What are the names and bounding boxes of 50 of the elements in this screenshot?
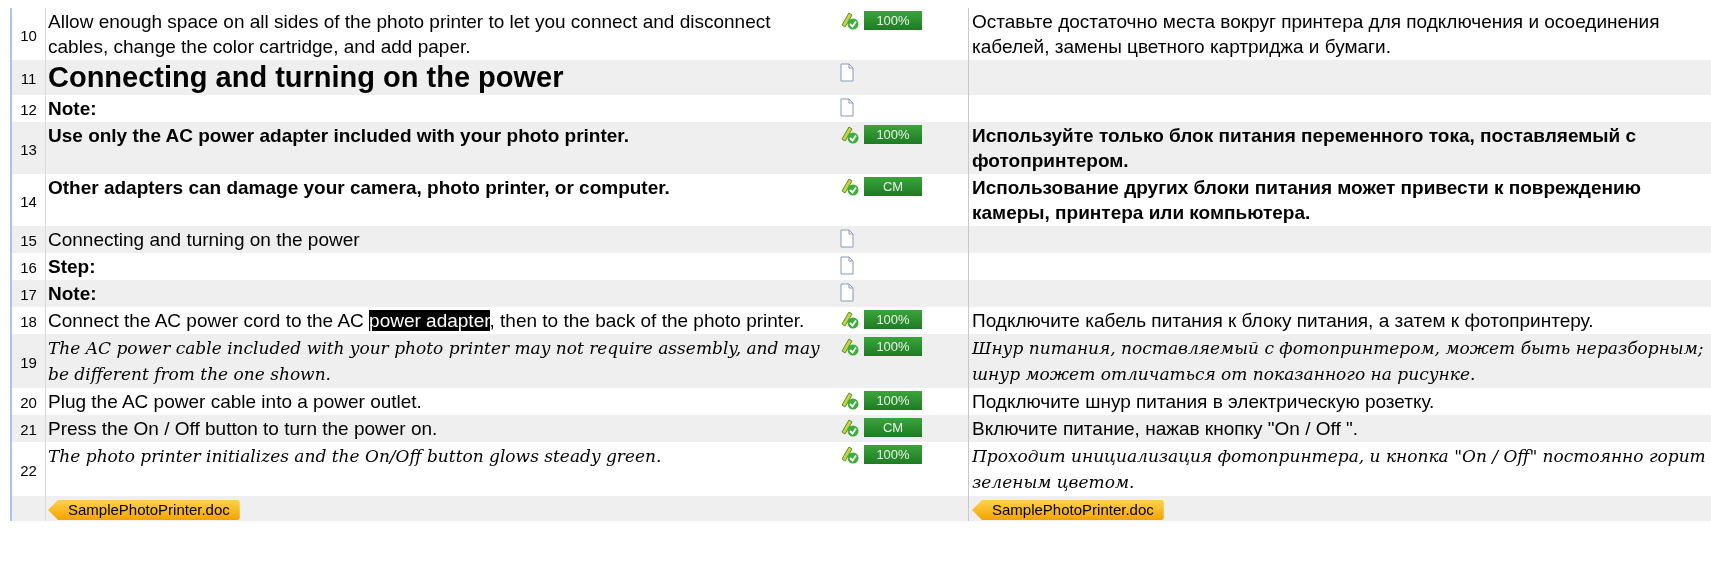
row-number: 11 bbox=[12, 60, 46, 95]
document-icon bbox=[840, 229, 854, 248]
source-text: Connecting and turning on the power bbox=[48, 61, 564, 93]
match-badge: 100% bbox=[864, 125, 922, 144]
target-text: Используйте только блок питания переменного тока, поставляемый с фотопринтером. bbox=[972, 125, 1637, 171]
match-badge: 100% bbox=[864, 11, 922, 30]
source-text: Connect the AC power cord to the AC power adapter, then to the back of the photo printer. bbox=[48, 310, 805, 331]
source-text: The photo printer initializes and the On/Off button glows steady green. bbox=[48, 446, 662, 466]
document-icon bbox=[840, 256, 854, 275]
target-text: Подключите кабель питания к блоку питания, а затем к фотопринтеру. bbox=[972, 310, 1594, 331]
match-badge: 100% bbox=[864, 337, 922, 356]
source-text: Allow enough space on all sides of the photo printer to let you connect and disconnect cables, change the color cartridge, and add paper. bbox=[48, 11, 771, 57]
pencil-check-icon bbox=[840, 418, 860, 437]
row-number: 21 bbox=[12, 415, 46, 442]
pencil-check-icon bbox=[840, 337, 860, 356]
row-number: 15 bbox=[12, 226, 46, 253]
source-text: Use only the AC power adapter included with your photo printer. bbox=[48, 125, 629, 146]
source-text: Step: bbox=[48, 256, 96, 277]
row-number: 13 bbox=[12, 122, 46, 174]
pencil-check-icon bbox=[840, 177, 860, 196]
source-text: Press the On / Off button to turn the power on. bbox=[48, 418, 438, 439]
pencil-check-icon bbox=[840, 445, 860, 464]
match-badge: CM bbox=[864, 418, 922, 437]
match-badge: CM bbox=[864, 177, 922, 196]
pencil-check-icon bbox=[840, 310, 860, 329]
row-number: 19 bbox=[12, 334, 46, 388]
pencil-check-icon bbox=[840, 391, 860, 410]
target-text: Шнур питания, поставляемый с фотопринтером, может быть неразборным; шнур может отличаться от показанного на рисунке. bbox=[972, 338, 1704, 384]
pencil-check-icon bbox=[840, 11, 860, 30]
target-text: Подключите шнур питания в электрическую розетку. bbox=[972, 391, 1435, 412]
source-text: Note: bbox=[48, 283, 97, 304]
target-text: Использование других блоки питания может привести к повреждению камеры, принтера или компьютера. bbox=[972, 177, 1641, 223]
file-tag[interactable]: SamplePhotoPrinter.doc bbox=[972, 500, 1164, 520]
match-badge: 100% bbox=[864, 391, 922, 410]
row-number: 17 bbox=[12, 280, 46, 307]
target-text: Проходит инициализация фотопринтера, и кнопка "On / Off" постоянно горит зеленым цветом. bbox=[972, 446, 1706, 492]
source-text: Connecting and turning on the power bbox=[48, 229, 360, 250]
document-icon bbox=[840, 63, 854, 82]
match-badge: 100% bbox=[864, 445, 922, 464]
source-text: The AC power cable included with your photo printer may not require assembly, and may be different from the one shown. bbox=[48, 338, 820, 384]
source-text: Plug the AC power cable into a power outlet. bbox=[48, 391, 422, 412]
file-tag[interactable]: SamplePhotoPrinter.doc bbox=[48, 500, 240, 520]
document-icon bbox=[840, 98, 854, 117]
source-text: Other adapters can damage your camera, photo printer, or computer. bbox=[48, 177, 670, 198]
source-text: Note: bbox=[48, 98, 97, 119]
match-badge: 100% bbox=[864, 310, 922, 329]
target-text: Включите питание, нажав кнопку "On / Off ". bbox=[972, 418, 1359, 439]
pencil-check-icon bbox=[840, 125, 860, 144]
document-icon bbox=[840, 283, 854, 302]
target-text: Оставьте достаточно места вокруг принтера для подключения и осоединения кабелей, замены цветного картриджа и бумаги. bbox=[972, 11, 1660, 57]
